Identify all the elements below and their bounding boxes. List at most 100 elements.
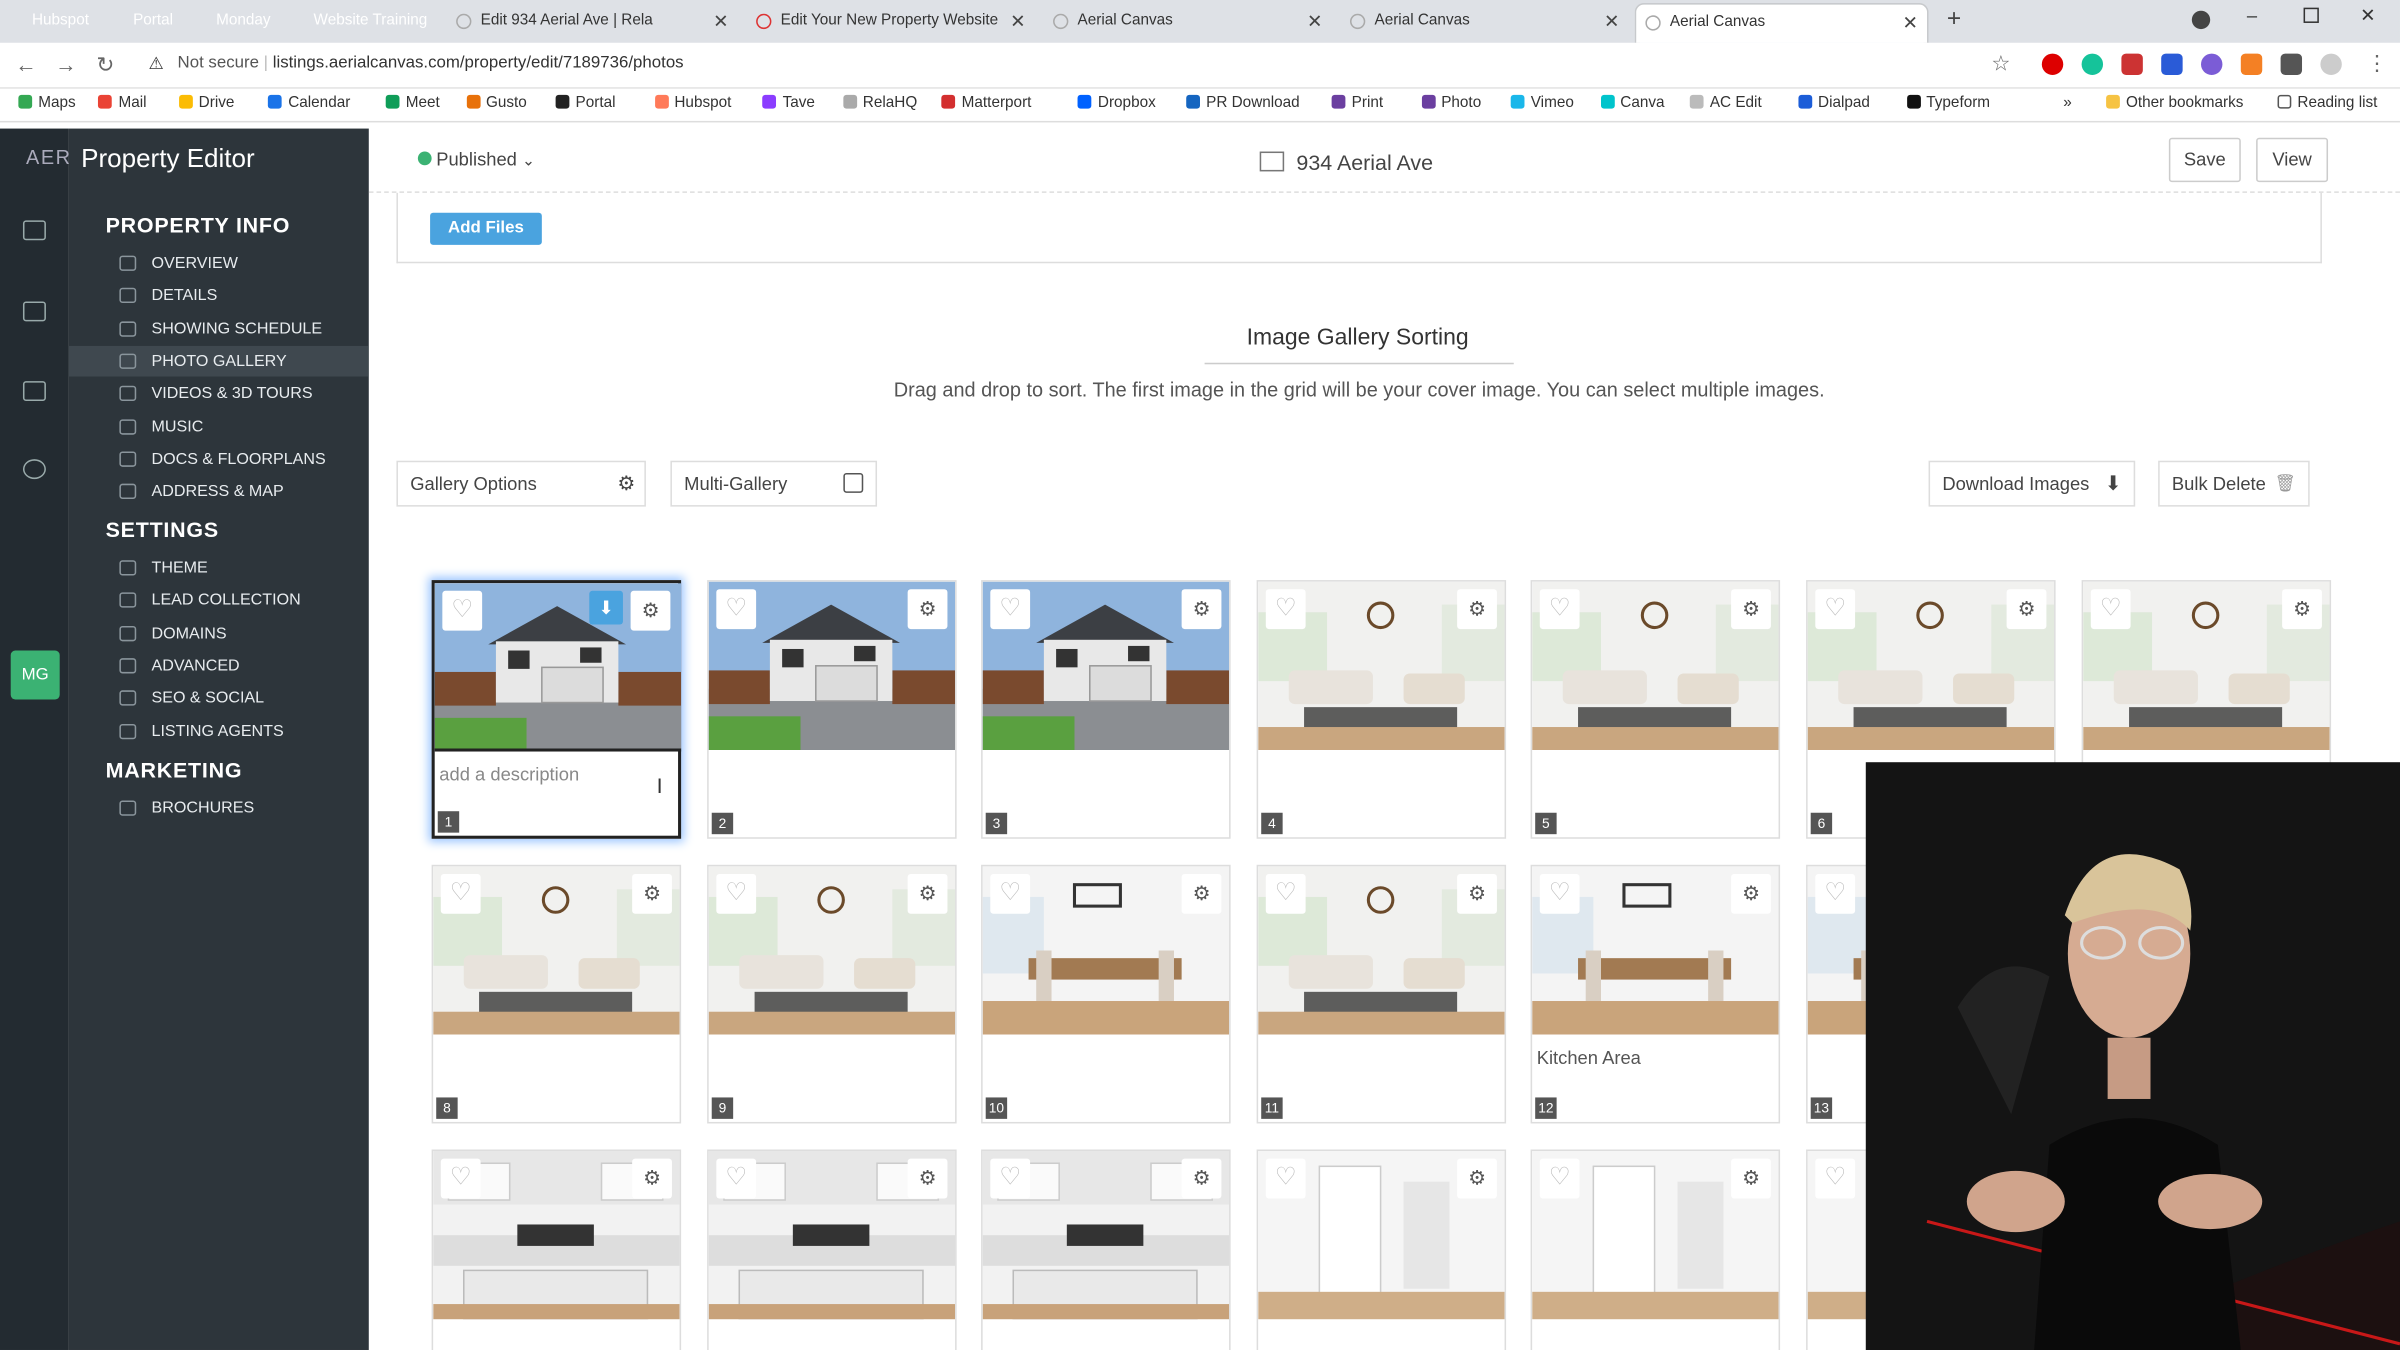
heart-icon[interactable]: ♡ [1539,873,1580,914]
tab-search-icon[interactable] [2191,10,2211,30]
heart-icon[interactable]: ♡ [1815,873,1856,914]
grammarly-icon[interactable] [2081,53,2104,75]
bookmark-maps[interactable]: Maps [18,94,76,112]
opera-icon[interactable] [2041,53,2064,75]
home-icon[interactable] [22,301,46,322]
close-icon[interactable]: ✕ [1604,3,1619,40]
sidebar-item-videos-3d-tours[interactable]: VIDEOS & 3D TOURS [69,378,369,409]
gallery-image-card[interactable]: ♡⚙ [981,1149,1231,1350]
forward-icon[interactable]: → [55,52,76,76]
sidebar-item-photo-gallery[interactable]: PHOTO GALLERY [68,345,369,377]
bulk-delete-button[interactable]: Bulk Delete 🗑 [2158,460,2310,507]
tab-group-portal[interactable]: Portal [127,8,179,36]
extension-icon[interactable] [2201,53,2223,75]
add-files-button[interactable]: Add Files [430,212,542,245]
gear-icon[interactable]: ⚙ [907,873,948,914]
heart-icon[interactable]: ♡ [1815,589,1856,630]
avatar[interactable]: MG [10,650,60,700]
gallery-image-card[interactable]: ♡ ⚙ ⬇ add a description I 1 [431,580,682,839]
close-icon[interactable]: ✕ [1902,5,1917,42]
bookmark-print[interactable]: Print [1331,94,1383,112]
profile-icon[interactable] [2320,53,2342,75]
new-tab-button[interactable]: + [1947,6,1961,34]
sidebar-item-seo-social[interactable]: SEO & SOCIAL [69,683,369,714]
gear-icon[interactable]: ⚙ [1457,873,1497,914]
status-dropdown[interactable]: Published ⌄ [417,148,535,170]
gear-icon[interactable]: ⚙ [907,1158,948,1199]
bookmark-typeform[interactable]: Typeform [1906,94,1990,112]
heart-icon[interactable]: ♡ [1539,589,1580,630]
gallery-image-card[interactable]: ♡⚙ [1256,1149,1507,1350]
image-description[interactable]: Kitchen Area [1537,1047,1641,1068]
browser-tab-active[interactable]: Aerial Canvas ✕ [1634,3,1929,43]
heart-icon[interactable]: ♡ [442,590,483,631]
gallery-options-button[interactable]: Gallery Options ⚙ [396,460,646,507]
gear-icon[interactable]: ⚙ [2282,589,2322,630]
gallery-image-card[interactable]: ♡ ⚙ 11 [1256,864,1507,1124]
gallery-image-card[interactable]: ♡ ⚙ 5 [1530,580,1781,839]
bookmark-pr-download[interactable]: PR Download [1186,94,1300,112]
extension-icon[interactable] [2121,53,2143,75]
sidebar-item-brochures[interactable]: BROCHURES [69,793,369,824]
sidebar-item-domains[interactable]: DOMAINS [69,618,369,649]
bookmark-dialpad[interactable]: Dialpad [1798,94,1870,112]
download-images-button[interactable]: Download Images ⬇ [1928,460,2136,507]
sidebar-item-music[interactable]: MUSIC [69,411,369,442]
menu-icon[interactable]: ⋮ [2366,51,2387,77]
heart-icon[interactable]: ♡ [2090,589,2131,630]
bookmark-photo[interactable]: Photo [1421,94,1481,112]
bookmark-tave[interactable]: Tave [762,94,815,112]
sidebar-item-docs-floorplans[interactable]: DOCS & FLOORPLANS [69,444,369,475]
heart-icon[interactable]: ♡ [1539,1158,1580,1199]
heart-icon[interactable]: ♡ [1815,1158,1856,1199]
gear-icon[interactable]: ⚙ [1181,1158,1222,1199]
gallery-image-card[interactable]: ♡ ⚙ 3 [981,580,1231,839]
heart-icon[interactable]: ♡ [716,589,757,630]
bookmark-calendar[interactable]: Calendar [268,94,350,112]
save-button[interactable]: Save [2168,137,2241,183]
browser-tab[interactable]: Aerial Canvas ✕ [1341,3,1629,43]
grid-icon[interactable] [22,220,46,241]
bookmark-mail[interactable]: Mail [98,94,147,112]
gear-icon[interactable]: ⚙ [2006,589,2047,630]
heart-icon[interactable]: ♡ [990,1158,1031,1199]
extension-icon[interactable] [2240,53,2263,75]
multi-gallery-button[interactable]: Multi-Gallery [670,460,878,507]
minimize-icon[interactable]: – [2247,5,2257,26]
close-icon[interactable]: ✕ [1307,3,1322,40]
gallery-image-card[interactable]: ♡ ⚙ 4 [1256,580,1507,839]
bookmark-hubspot[interactable]: Hubspot [654,94,731,112]
gear-icon[interactable]: ⚙ [1731,589,1771,630]
gallery-image-card[interactable]: ♡ ⚙ Kitchen Area 12 [1530,864,1781,1124]
gear-icon[interactable]: ⚙ [632,873,672,914]
tab-group-monday[interactable]: Monday [210,8,277,36]
browser-tab[interactable]: Aerial Canvas ✕ [1044,3,1332,43]
tab-group-website-training[interactable]: Website Training [308,8,434,36]
gear-icon[interactable]: ⚙ [632,1158,672,1199]
gallery-image-card[interactable]: ♡⚙ [431,1149,682,1350]
heart-icon[interactable]: ♡ [716,873,757,914]
gear-icon[interactable]: ⚙ [1457,589,1497,630]
bookmark-vimeo[interactable]: Vimeo [1510,94,1574,112]
close-icon[interactable]: ✕ [713,3,728,40]
heart-icon[interactable]: ♡ [1265,1158,1306,1199]
other-bookmarks[interactable]: Other bookmarks [2106,94,2243,112]
sidebar-item-theme[interactable]: THEME [69,553,369,584]
gallery-image-card[interactable]: ♡⚙ [1530,1149,1781,1350]
bookmark-gusto[interactable]: Gusto [466,94,527,112]
user-icon[interactable] [22,459,46,480]
bookmarks-overflow-icon[interactable]: » [2063,95,2072,112]
bookmark-portal[interactable]: Portal [555,94,615,112]
heart-icon[interactable]: ♡ [440,1158,481,1199]
extension-icon[interactable] [2161,53,2183,75]
gear-icon[interactable]: ⚙ [630,590,671,631]
reload-icon[interactable]: ↻ [96,52,114,78]
download-icon[interactable]: ⬇ [589,590,623,625]
gear-icon[interactable]: ⚙ [1181,873,1222,914]
bookmark-meet[interactable]: Meet [385,94,440,112]
gallery-image-card[interactable]: ♡ ⚙ 8 [431,864,682,1124]
bookmark-matterport[interactable]: Matterport [941,94,1031,112]
sidebar-item-listing-agents[interactable]: LISTING AGENTS [69,716,369,747]
restore-icon[interactable] [2303,7,2319,23]
back-icon[interactable]: ← [15,52,36,76]
